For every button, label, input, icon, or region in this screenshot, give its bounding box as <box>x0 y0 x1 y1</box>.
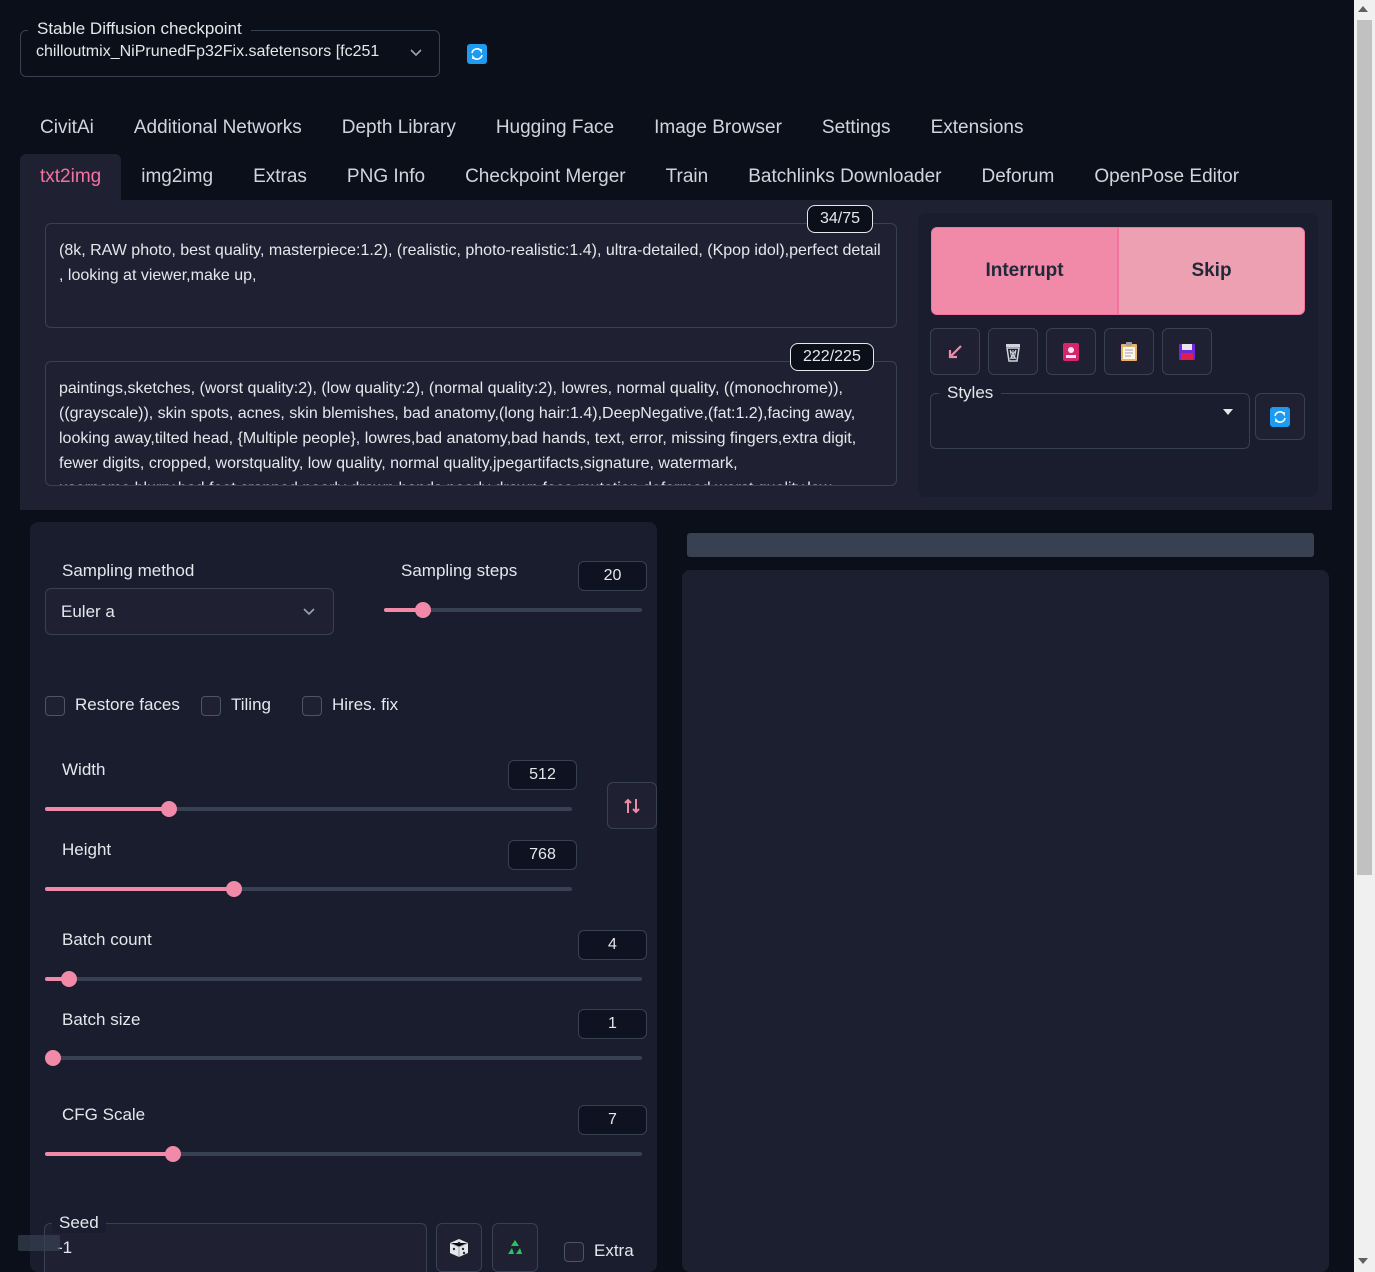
tab-settings[interactable]: Settings <box>802 110 911 146</box>
chevron-down-icon <box>303 608 315 616</box>
refresh-checkpoint-button[interactable] <box>467 44 487 64</box>
prompt-textarea[interactable]: (8k, RAW photo, best quality, masterpiec… <box>45 223 897 328</box>
scrollbar-thumb[interactable] <box>1357 20 1372 875</box>
progress-bar <box>687 533 1314 557</box>
sampling-method-dropdown[interactable]: Euler a <box>45 588 334 635</box>
height-label: Height <box>62 840 112 859</box>
height-slider[interactable] <box>45 881 572 897</box>
checkpoint-value: chilloutmix_NiPrunedFp32Fix.safetensors … <box>36 43 380 60</box>
slider-thumb[interactable] <box>225 881 242 897</box>
random-seed-button[interactable] <box>436 1223 482 1272</box>
batch-count-slider[interactable] <box>45 971 642 987</box>
tab-checkpoint-merger[interactable]: Checkpoint Merger <box>445 154 646 200</box>
tab-extras[interactable]: Extras <box>233 154 327 200</box>
tab-hugging-face[interactable]: Hugging Face <box>476 110 634 146</box>
slider-thumb[interactable] <box>45 1050 61 1066</box>
sampling-steps-label: Sampling steps <box>401 561 518 580</box>
checkpoint-label: Stable Diffusion checkpoint <box>28 19 251 39</box>
swap-icon <box>624 798 640 813</box>
clear-prompt-button[interactable] <box>988 328 1038 375</box>
batch-size-label: Batch size <box>62 1010 141 1029</box>
tab-img2img[interactable]: img2img <box>121 154 233 200</box>
batch-count-label: Batch count <box>62 930 152 949</box>
extra-networks-button[interactable] <box>1046 328 1096 375</box>
scroll-up-arrow-icon[interactable] <box>1358 6 1368 12</box>
main-tab-bar: txt2img img2img Extras PNG Info Checkpoi… <box>20 154 1259 200</box>
cfg-scale-slider[interactable] <box>45 1146 642 1162</box>
tab-extensions[interactable]: Extensions <box>911 110 1044 146</box>
media-overlay <box>18 1235 60 1251</box>
output-gallery <box>682 570 1329 1272</box>
tab-additional-networks[interactable]: Additional Networks <box>114 110 322 146</box>
tab-image-browser[interactable]: Image Browser <box>634 110 802 146</box>
hires-fix-label: Hires. fix <box>332 695 399 714</box>
extra-seed-checkbox[interactable] <box>564 1242 584 1262</box>
refresh-icon <box>471 48 483 60</box>
tab-depth-library[interactable]: Depth Library <box>322 110 476 146</box>
styles-label: Styles <box>939 383 1002 403</box>
sampling-steps-input[interactable]: 20 <box>578 561 647 591</box>
width-input[interactable]: 512 <box>508 760 577 790</box>
skip-button[interactable]: Skip <box>1118 227 1305 315</box>
restore-faces-checkbox[interactable] <box>45 696 65 716</box>
sampling-steps-slider[interactable] <box>384 602 642 618</box>
slider-thumb[interactable] <box>60 971 77 987</box>
chevron-down-icon <box>410 49 422 57</box>
height-input[interactable]: 768 <box>508 840 577 870</box>
width-label: Width <box>62 760 106 779</box>
arrow-icon <box>948 344 962 358</box>
top-tab-bar: CivitAi Additional Networks Depth Librar… <box>20 110 1044 146</box>
tab-civitai[interactable]: CivitAi <box>20 110 114 146</box>
extra-seed-label: Extra <box>594 1241 634 1260</box>
caret-down-icon <box>1223 409 1233 415</box>
dice-icon <box>449 1238 469 1257</box>
cfg-scale-label: CFG Scale <box>62 1105 146 1124</box>
tab-deforum[interactable]: Deforum <box>961 154 1074 200</box>
trash-icon <box>1006 343 1020 362</box>
tiling-label: Tiling <box>231 695 271 714</box>
slider-thumb[interactable] <box>160 801 177 817</box>
save-icon <box>1179 343 1195 360</box>
card-icon <box>1063 342 1079 361</box>
tab-batchlinks-downloader[interactable]: Batchlinks Downloader <box>728 154 961 200</box>
slider-thumb[interactable] <box>414 602 431 618</box>
batch-size-input[interactable]: 1 <box>578 1009 647 1039</box>
reuse-seed-button[interactable] <box>492 1223 538 1272</box>
scroll-down-arrow-icon[interactable] <box>1358 1258 1368 1264</box>
prompt-token-counter: 34/75 <box>807 205 874 233</box>
tab-train[interactable]: Train <box>646 154 729 200</box>
tab-png-info[interactable]: PNG Info <box>327 154 445 200</box>
negative-token-counter: 222/225 <box>790 343 874 371</box>
clipboard-icon <box>1121 341 1137 361</box>
save-style-button[interactable] <box>1162 328 1212 375</box>
interrupt-button[interactable]: Interrupt <box>931 227 1118 315</box>
sampling-method-label: Sampling method <box>62 561 195 580</box>
width-slider[interactable] <box>45 801 572 817</box>
hires-fix-checkbox[interactable] <box>302 696 322 716</box>
batch-count-input[interactable]: 4 <box>578 930 647 960</box>
negative-prompt-textarea[interactable]: paintings,sketches, (worst quality:2), (… <box>45 361 897 486</box>
tiling-checkbox[interactable] <box>201 696 221 716</box>
restore-faces-label: Restore faces <box>75 695 180 714</box>
swap-dimensions-button[interactable] <box>607 782 657 829</box>
read-params-button[interactable] <box>930 328 980 375</box>
refresh-styles-button[interactable] <box>1255 393 1305 440</box>
apply-style-button[interactable] <box>1104 328 1154 375</box>
tab-txt2img[interactable]: txt2img <box>20 154 122 200</box>
cfg-scale-input[interactable]: 7 <box>578 1105 647 1135</box>
batch-size-slider[interactable] <box>45 1050 642 1066</box>
recycle-icon <box>508 1239 522 1254</box>
refresh-icon <box>1274 410 1286 423</box>
seed-label: Seed <box>52 1213 106 1233</box>
tab-openpose-editor[interactable]: OpenPose Editor <box>1074 154 1259 200</box>
